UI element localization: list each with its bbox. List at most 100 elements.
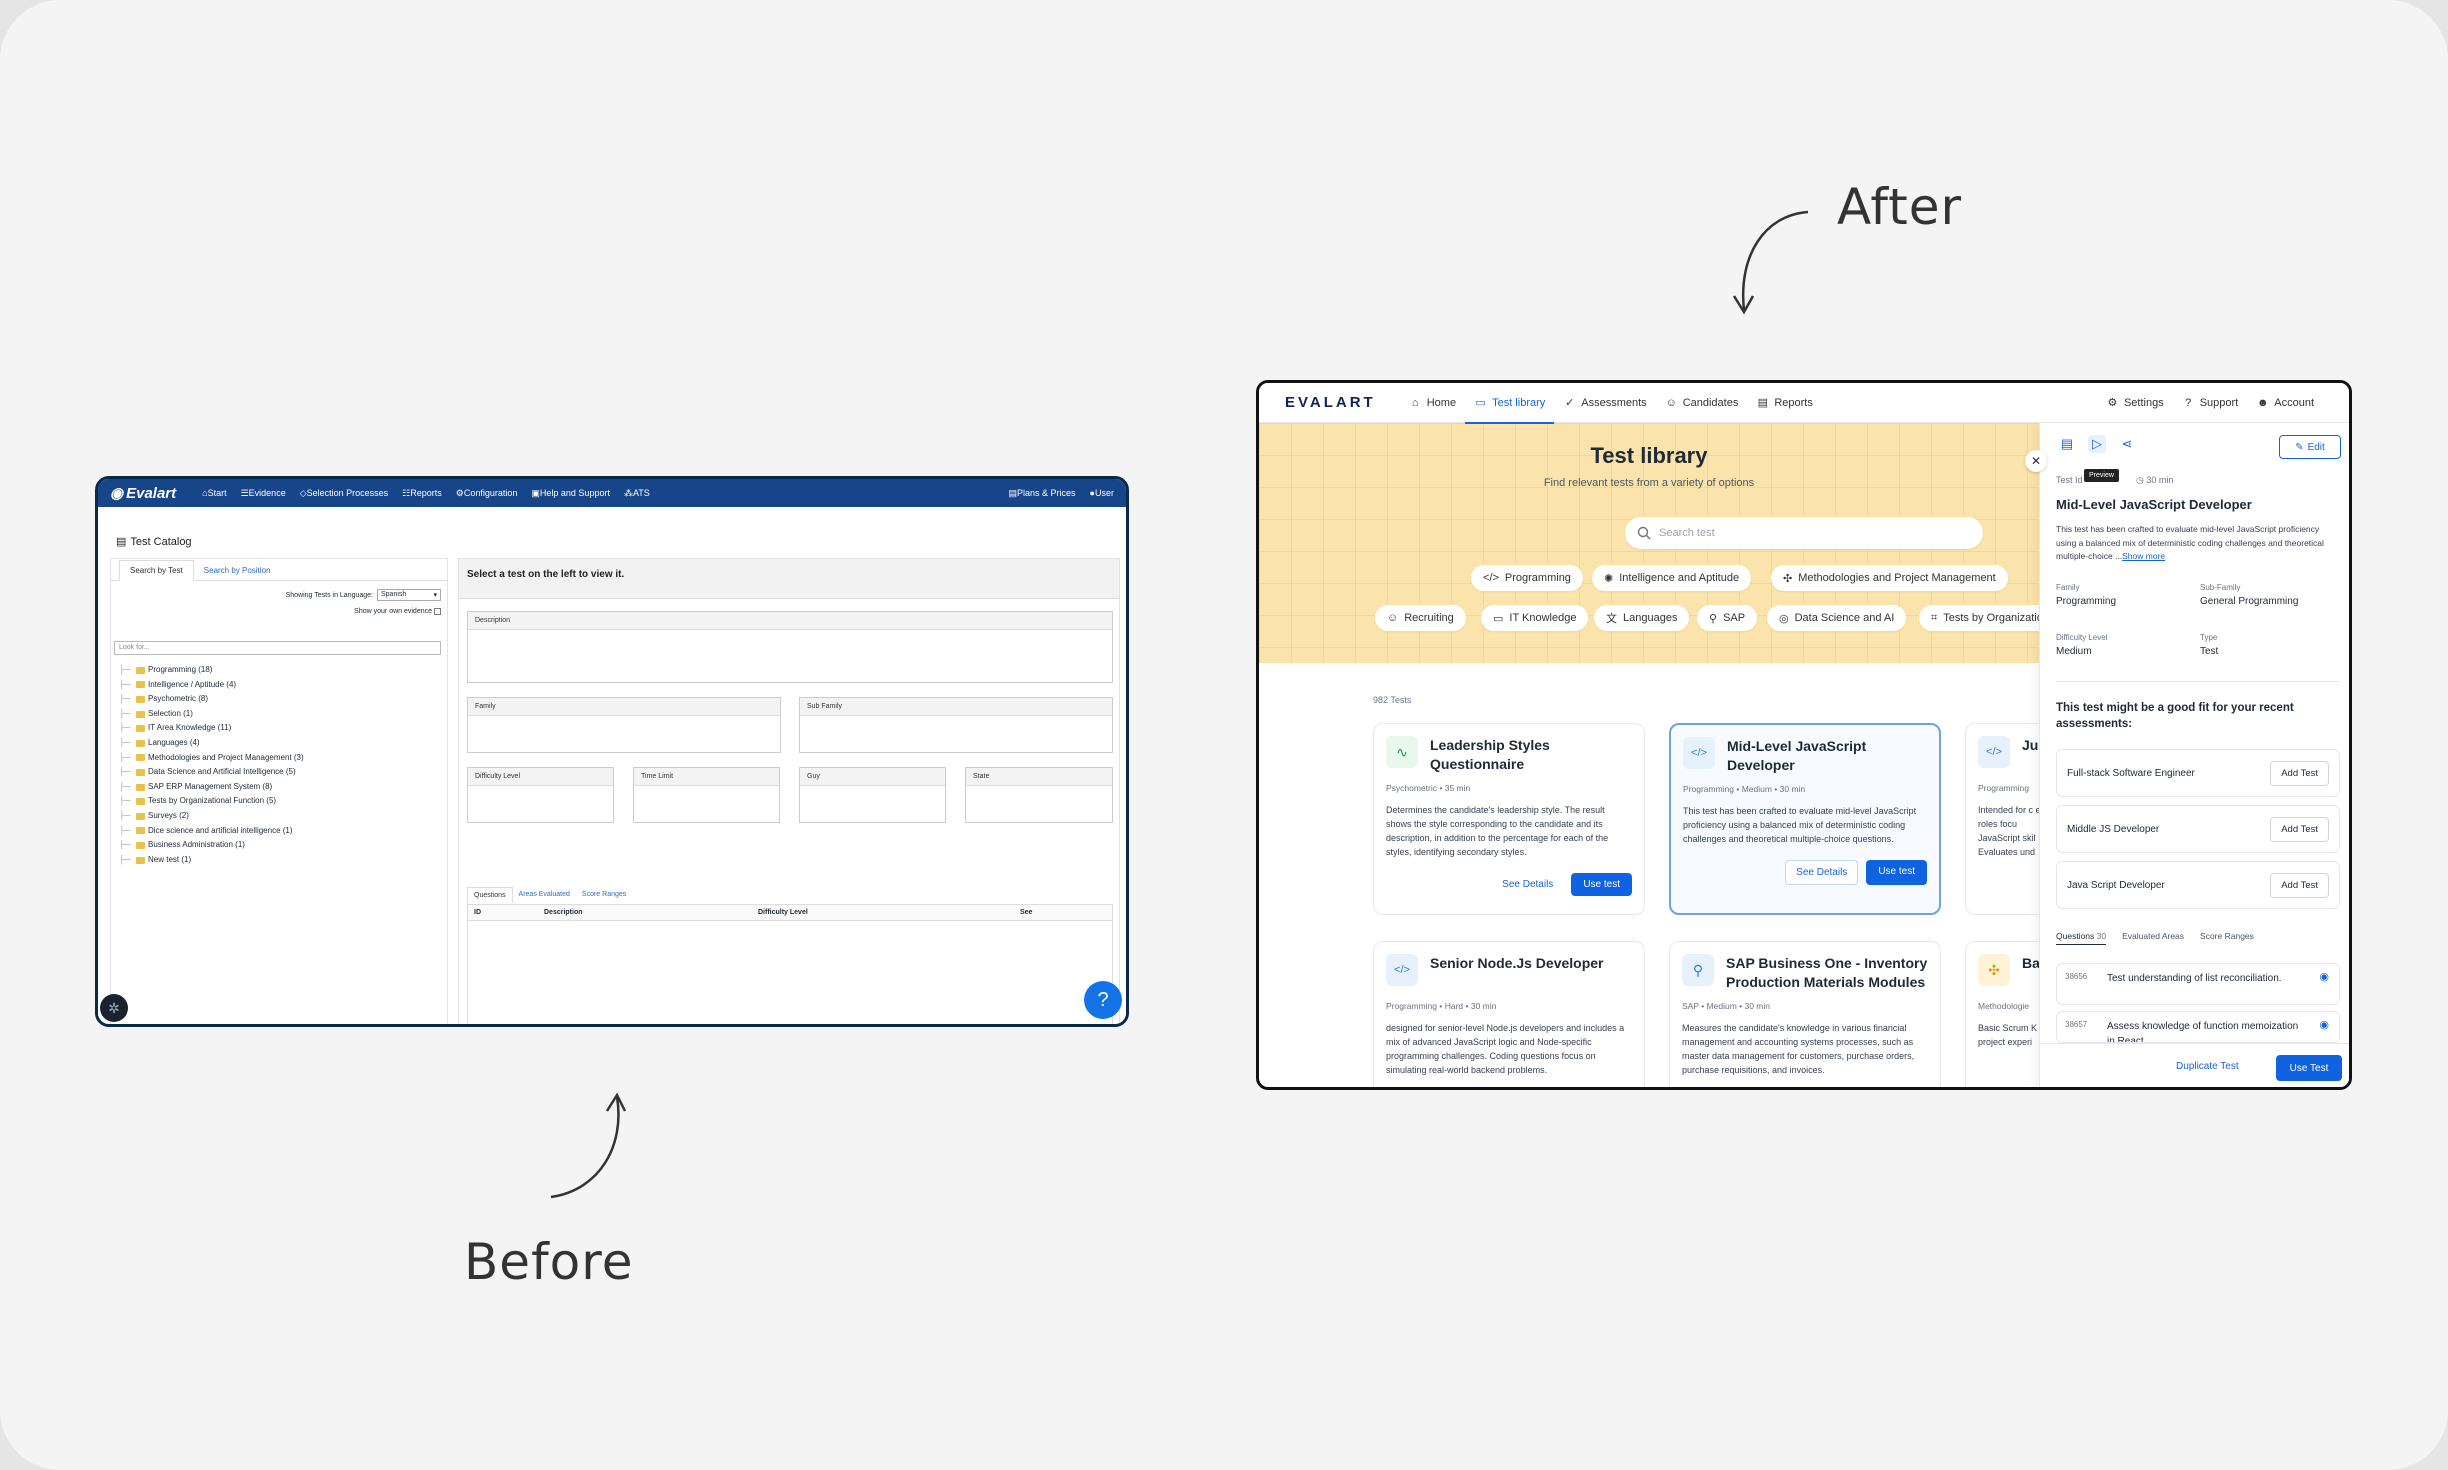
chip-intelligence-aptitude[interactable]: ✺ Intelligence and Aptitude xyxy=(1592,565,1752,591)
before-logo[interactable]: ◉ Evalart xyxy=(110,484,176,503)
nav-reports[interactable]: ☷Reports xyxy=(402,488,442,499)
folder-icon xyxy=(136,841,145,849)
share-icon[interactable]: ⋖ xyxy=(2118,435,2136,453)
tree-item[interactable]: ├─ Dice science and artificial intelligen… xyxy=(119,824,304,839)
before-detail-panel: Select a test on the left to view it. De… xyxy=(458,558,1120,1024)
folder-icon xyxy=(136,827,145,835)
add-test-button[interactable]: Add Test xyxy=(2270,760,2329,786)
own-evidence-toggle[interactable]: Show your own evidence xyxy=(354,608,441,615)
tree-item[interactable]: ├─ Tests by Organizational Function (5) xyxy=(119,794,304,809)
subfamily-info: Sub-Family General Programming xyxy=(2200,583,2299,607)
nav-assessments[interactable]: ✓ Assessments xyxy=(1554,383,1655,423)
folder-icon xyxy=(136,666,145,674)
tree-connector: ├─ xyxy=(119,810,131,820)
tree-item[interactable]: ├─ Data Science and Artificial Intelligen… xyxy=(119,765,304,780)
question-item[interactable]: 38657 Assess knowledge of function memoi… xyxy=(2056,1011,2340,1043)
tree-item[interactable]: ├─ IT Area Knowledge (11) xyxy=(119,721,304,736)
nav-plans-prices[interactable]: ▤Plans & Prices xyxy=(1009,488,1076,499)
duplicate-test-button[interactable]: Duplicate Test xyxy=(2176,1061,2239,1072)
use-test-button[interactable]: Use Test xyxy=(2276,1055,2342,1081)
nav-ats[interactable]: ⁂ATS xyxy=(624,488,650,499)
tree-item[interactable]: ├─ Languages (4) xyxy=(119,736,304,751)
test-card[interactable]: </> Senior Node.Js Developer Programming… xyxy=(1373,941,1645,1087)
type-info: Type Test xyxy=(2200,633,2219,657)
tree-item[interactable]: ├─ Selection (1) xyxy=(119,707,304,722)
clock-icon: ◷ xyxy=(2136,475,2144,485)
document-icon[interactable]: ▤ xyxy=(2058,435,2076,453)
nav-start[interactable]: ⌂Start xyxy=(202,488,226,498)
nav-user[interactable]: ●User xyxy=(1090,488,1114,498)
tab-questions[interactable]: Questions xyxy=(467,887,513,903)
hero-subtitle: Find relevant tests from a variety of op… xyxy=(1543,477,1755,489)
tab-search-by-position[interactable]: Search by Position xyxy=(194,561,281,580)
chip-it-knowledge[interactable]: ▭ IT Knowledge xyxy=(1481,605,1589,631)
chip-sap[interactable]: ⚲ SAP xyxy=(1697,605,1758,631)
tree-item[interactable]: ├─ Methodologies and Project Management (… xyxy=(119,751,304,766)
question-item[interactable]: 38656 Test understanding of list reconci… xyxy=(2056,963,2340,1005)
user-icon: ☻ xyxy=(2256,396,2269,409)
use-test-button[interactable]: Use test xyxy=(1571,873,1632,896)
tree-item[interactable]: ├─ Psychometric (8) xyxy=(119,692,304,707)
tree-connector: ├─ xyxy=(119,665,131,674)
eye-icon[interactable]: ◉ xyxy=(2319,970,2329,983)
nav-account[interactable]: ☻ Account xyxy=(2247,383,2323,423)
after-label: After xyxy=(1837,178,1963,236)
chip-methodologies[interactable]: ✣ Methodologies and Project Management xyxy=(1771,565,2008,591)
show-more-link[interactable]: Show more xyxy=(2122,551,2165,561)
help-button[interactable]: ? xyxy=(1084,981,1122,1019)
tree-item[interactable]: ├─ Surveys (2) xyxy=(119,809,304,824)
own-evidence-checkbox[interactable] xyxy=(434,608,441,615)
add-test-button[interactable]: Add Test xyxy=(2270,816,2329,842)
nav-home[interactable]: ⌂ Home xyxy=(1400,383,1465,423)
tab-search-by-test[interactable]: Search by Test xyxy=(119,560,194,581)
eye-icon[interactable]: ◉ xyxy=(2319,1018,2329,1031)
search-input[interactable]: Look for... xyxy=(114,641,441,655)
chip-programming[interactable]: </> Programming xyxy=(1471,565,1583,591)
search-icon xyxy=(1637,526,1651,540)
nav-settings[interactable]: ⚙ Settings xyxy=(2097,383,2173,423)
tree-item[interactable]: ├─ Intelligence / Aptitude (4) xyxy=(119,678,304,693)
tab-questions[interactable]: Questions 30 xyxy=(2056,931,2107,945)
chip-tests-by-organization[interactable]: ⌗ Tests by Organizatio xyxy=(1919,605,2055,631)
nav-selection-processes[interactable]: ◇Selection Processes xyxy=(300,488,388,499)
folder-icon xyxy=(136,739,145,747)
tree-item[interactable]: ├─ New test (1) xyxy=(119,853,304,868)
chip-data-science[interactable]: ◎ Data Science and AI xyxy=(1767,605,1907,631)
see-details-button[interactable]: See Details xyxy=(1492,873,1563,896)
test-card[interactable]: ∿ Leadership Styles Questionnaire Psycho… xyxy=(1373,723,1645,915)
tab-evaluated-areas[interactable]: Evaluated Areas xyxy=(2122,931,2184,945)
nav-support[interactable]: ? Support xyxy=(2173,383,2248,423)
edit-button[interactable]: ✎ Edit xyxy=(2279,435,2341,459)
card-title: Senior Node.Js Developer xyxy=(1430,955,1604,971)
tab-score-ranges[interactable]: Score Ranges xyxy=(576,887,632,903)
puzzle-icon: ✣ xyxy=(1978,954,2010,986)
use-test-button[interactable]: Use test xyxy=(1866,860,1927,885)
close-panel-icon[interactable]: ✕ xyxy=(2025,450,2047,472)
settings-gear-icon[interactable]: ✲ xyxy=(100,994,128,1022)
nav-candidates[interactable]: ☺ Candidates xyxy=(1656,383,1748,423)
nav-evidence[interactable]: ☰Evidence xyxy=(241,488,286,499)
add-test-button[interactable]: Add Test xyxy=(2270,872,2329,898)
card-description: Measures the candidate's knowledge in va… xyxy=(1682,1023,1915,1075)
test-card[interactable]: ⚲ SAP Business One - Inventory Productio… xyxy=(1669,941,1941,1087)
nav-help-support[interactable]: ▣Help and Support xyxy=(531,488,610,499)
search-input[interactable]: Search test xyxy=(1625,517,1983,549)
tree-item[interactable]: ├─ Business Administration (1) xyxy=(119,838,304,853)
test-detail-panel: ▤ ▷ ⋖ Preview ✎ Edit Test Id ◷ 30 min Mid… xyxy=(2039,423,2349,1087)
chip-languages[interactable]: 文 Languages xyxy=(1594,605,1690,631)
nav-test-library[interactable]: ▭ Test library xyxy=(1465,383,1555,424)
language-select[interactable]: Spanish ▾ xyxy=(377,589,441,601)
tab-score-ranges[interactable]: Score Ranges xyxy=(2200,931,2254,945)
preview-play-icon[interactable]: ▷ xyxy=(2088,435,2106,453)
nav-configuration[interactable]: ⚙Configuration xyxy=(456,488,518,499)
preview-tooltip: Preview xyxy=(2084,469,2119,482)
chip-recruiting[interactable]: ☺ Recruiting xyxy=(1375,605,1466,631)
tab-areas-evaluated[interactable]: Areas Evaluated xyxy=(513,887,576,903)
see-details-button[interactable]: See Details xyxy=(1785,860,1859,885)
tree-item[interactable]: ├─ SAP ERP Management System (8) xyxy=(119,780,304,795)
tree-item[interactable]: ├─ Programming (18) xyxy=(119,663,304,678)
test-card-selected[interactable]: </> Mid-Level JavaScript Developer Progr… xyxy=(1669,723,1941,915)
evalart-logo[interactable]: EVALART xyxy=(1285,394,1376,411)
panel-title: Mid-Level JavaScript Developer xyxy=(2056,497,2252,512)
nav-reports[interactable]: ▤ Reports xyxy=(1747,383,1822,423)
